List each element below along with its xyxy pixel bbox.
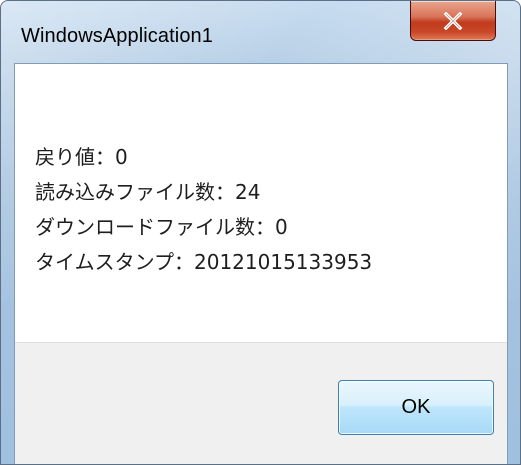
message-panel: 戻り値：0 読み込みファイル数：24 ダウンロードファイル数：0 タイムスタンプ… [15, 64, 507, 342]
button-panel: OK [15, 342, 507, 464]
message-box-window: WindowsApplication1 戻り値：0 読み込みファイル数：24 ダ… [0, 0, 521, 465]
message-text: 戻り値：0 読み込みファイル数：24 ダウンロードファイル数：0 タイムスタンプ… [35, 140, 372, 280]
close-button[interactable] [410, 1, 496, 41]
close-icon [443, 11, 463, 30]
ok-button[interactable]: OK [338, 380, 494, 435]
title-bar[interactable]: WindowsApplication1 [1, 1, 520, 63]
dialog-client-area: 戻り値：0 読み込みファイル数：24 ダウンロードファイル数：0 タイムスタンプ… [14, 63, 508, 464]
window-title: WindowsApplication1 [21, 25, 213, 47]
download-file-count-line: ダウンロードファイル数：0 [35, 215, 288, 239]
read-file-count-line: 読み込みファイル数：24 [35, 180, 261, 204]
timestamp-line: タイムスタンプ：20121015133953 [35, 250, 373, 274]
return-value-line: 戻り値：0 [35, 145, 128, 169]
